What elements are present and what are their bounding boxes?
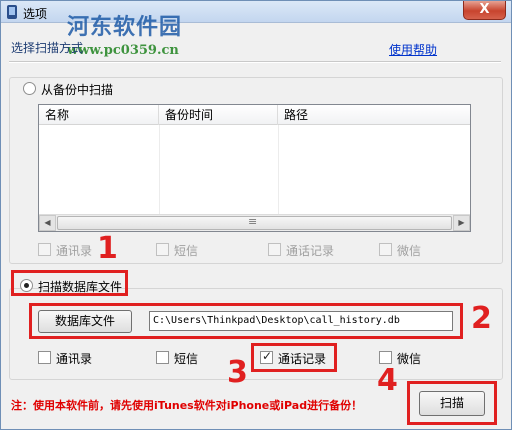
options-dialog: 选项 X 河东软件园 www.pc0359.cn 选择扫描方式 使用帮助 从备份… [0,0,512,430]
column-divider [278,125,279,214]
backup-wechat-label: 微信 [397,244,422,258]
scroll-right-arrow-icon[interactable]: ▶ [453,215,470,231]
column-divider [159,125,160,214]
scroll-left-arrow-icon[interactable]: ◀ [39,215,56,231]
backup-wechat-checkbox[interactable] [379,243,392,256]
annotation-number-2: 2 [471,301,492,336]
backup-contacts-checkbox[interactable] [38,243,51,256]
backup-sms-checkbox[interactable] [156,243,169,256]
annotation-number-3: 3 [227,355,248,390]
annotation-number-1: 1 [97,231,118,266]
window-title: 选项 [23,7,48,21]
backup-scan-radio[interactable] [23,82,36,95]
help-link[interactable]: 使用帮助 [389,41,437,58]
column-header-backup-time[interactable]: 备份时间 [159,105,278,125]
annotation-number-4: 4 [377,363,398,398]
db-contacts-checkbox[interactable] [38,351,51,364]
horizontal-scrollbar[interactable]: ◀ ▶ [39,214,470,231]
app-icon [7,5,17,19]
backup-sms-label: 短信 [174,244,199,258]
db-wechat-label: 微信 [397,352,422,366]
highlight-box-4 [407,381,497,425]
scrollbar-thumb[interactable] [57,215,452,230]
backup-scan-radio-label: 从备份中扫描 [41,83,114,97]
close-icon[interactable]: X [463,1,506,20]
db-sms-label: 短信 [174,352,199,366]
column-header-name[interactable]: 名称 [39,105,159,125]
db-contacts-label: 通讯录 [56,352,93,366]
column-header-path[interactable]: 路径 [278,105,470,125]
watermark-url: www.pc0359.cn [67,43,179,58]
highlight-box-3 [251,343,337,372]
backup-calllog-label: 通话记录 [286,244,335,258]
backup-warning-note: 注：使用本软件前，请先使用iTunes软件对iPhone或iPad进行备份！ [11,399,363,412]
header-divider [9,61,501,63]
db-sms-checkbox[interactable] [156,351,169,364]
backup-calllog-checkbox[interactable] [268,243,281,256]
backup-list[interactable]: 名称 备份时间 路径 ◀ ▶ [38,104,471,232]
watermark-logo: 河东软件园 [67,14,183,40]
highlight-box-1 [11,270,128,296]
highlight-box-2 [29,303,463,339]
backup-contacts-label: 通讯录 [56,244,93,258]
scan-mode-label: 选择扫描方式 [11,41,84,55]
backup-list-header: 名称 备份时间 路径 [39,105,470,125]
